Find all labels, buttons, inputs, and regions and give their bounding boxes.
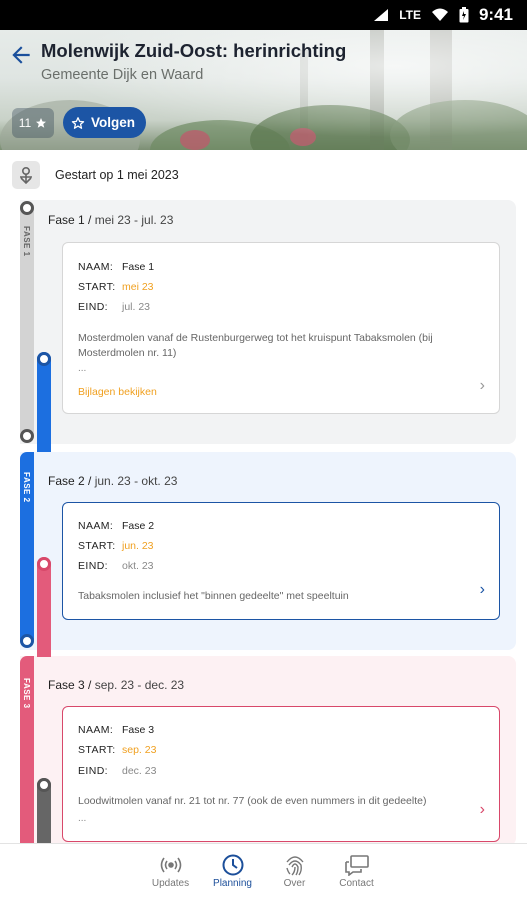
timeline-node (37, 778, 51, 792)
chevron-right-icon: › (479, 801, 485, 818)
wifi-icon (431, 8, 449, 22)
phase-name: Fase 1 (122, 261, 155, 273)
phase-header: Fase 1 / mei 23 - jul. 23 (48, 213, 174, 227)
start-date-text: Gestart op 1 mei 2023 (55, 168, 179, 182)
signal-icon (373, 8, 389, 22)
phase-name: Fase 3 (122, 724, 155, 736)
battery-icon (459, 7, 469, 23)
attachments-link[interactable]: Bijlagen bekijken (78, 386, 157, 398)
phase-section-2: Fase 2 / jun. 23 - okt. 23 NAAM: Fase 2 S… (20, 452, 516, 650)
star-outline-icon (71, 116, 85, 129)
phase-end: okt. 23 (122, 560, 154, 572)
clock-time: 9:41 (478, 5, 513, 24)
project-start: Gestart op 1 mei 2023 (12, 160, 179, 190)
nav-planning[interactable]: Planning (213, 852, 253, 900)
phase-card[interactable]: NAAM: Fase 2 START: jun. 23 EIND: okt. 23 T… (62, 502, 500, 620)
fingerprint-icon (282, 852, 308, 878)
broadcast-icon (158, 852, 184, 878)
timeline-node (37, 352, 51, 366)
page-title: Molenwijk Zuid-Oost: herinrichting (41, 40, 347, 61)
chevron-right-icon: › (479, 581, 485, 598)
phase-description: Tabaksmolen inclusief het "binnen gedeel… (78, 590, 349, 602)
follow-button[interactable]: Volgen (63, 107, 147, 138)
phase-card[interactable]: NAAM: Fase 1 START: mei 23 EIND: jul. 23 Mo… (62, 242, 500, 414)
chat-icon (344, 852, 370, 878)
followers-count: 11 (12, 108, 54, 138)
phase-start: mei 23 (122, 281, 154, 293)
rail-label: FASE 3 (22, 678, 31, 709)
nav-over[interactable]: Over (275, 852, 315, 900)
arrow-left-icon (12, 46, 30, 64)
phase-header: Fase 3 / sep. 23 - dec. 23 (48, 678, 185, 692)
phase-start: sep. 23 (122, 744, 157, 756)
back-button[interactable] (8, 42, 34, 68)
phase-name: Fase 2 (122, 520, 155, 532)
phase-section-3: Fase 3 / sep. 23 - dec. 23 NAAM: Fase 3 S… (20, 656, 516, 846)
phase-card[interactable]: NAAM: Fase 3 START: sep. 23 EIND: dec. 23 L… (62, 706, 500, 842)
timeline-node (37, 557, 51, 571)
page-subtitle: Gemeente Dijk en Waard (41, 67, 204, 83)
timeline-node (20, 201, 34, 215)
phase-end: jul. 23 (122, 301, 151, 313)
rail-label: FASE 1 (22, 226, 31, 257)
phase-header: Fase 2 / jun. 23 - okt. 23 (48, 474, 178, 488)
network-type: LTE (399, 8, 421, 22)
phase-description: Loodwitmolen vanaf nr. 21 tot nr. 77 (oo… (78, 795, 427, 807)
phase-start: jun. 23 (122, 540, 154, 552)
clock-icon (220, 852, 246, 878)
phase-end: dec. 23 (122, 765, 157, 777)
more-indicator: ... (78, 363, 87, 374)
status-bar: LTE 9:41 (0, 0, 527, 30)
phase-description: Mosterdmolen vanaf de Rustenburgerweg to… (78, 332, 433, 360)
chevron-right-icon: › (479, 377, 485, 394)
start-marker-icon (12, 161, 40, 189)
project-header: Molenwijk Zuid-Oost: herinrichting Gemee… (0, 30, 527, 150)
timeline-node (20, 429, 34, 443)
timeline-rail-phase-2-lead (37, 352, 51, 452)
bottom-navigation: Updates Planning Over Contact (0, 843, 527, 900)
star-icon (36, 118, 47, 128)
nav-updates[interactable]: Updates (151, 852, 191, 900)
timeline-rail-phase-3-lead (37, 557, 51, 657)
timeline-node (20, 634, 34, 648)
phase-section-1: Fase 1 / mei 23 - jul. 23 NAAM: Fase 1 ST… (20, 200, 516, 444)
rail-label: FASE 2 (22, 472, 31, 503)
more-indicator: ... (78, 813, 87, 824)
nav-contact[interactable]: Contact (337, 852, 377, 900)
